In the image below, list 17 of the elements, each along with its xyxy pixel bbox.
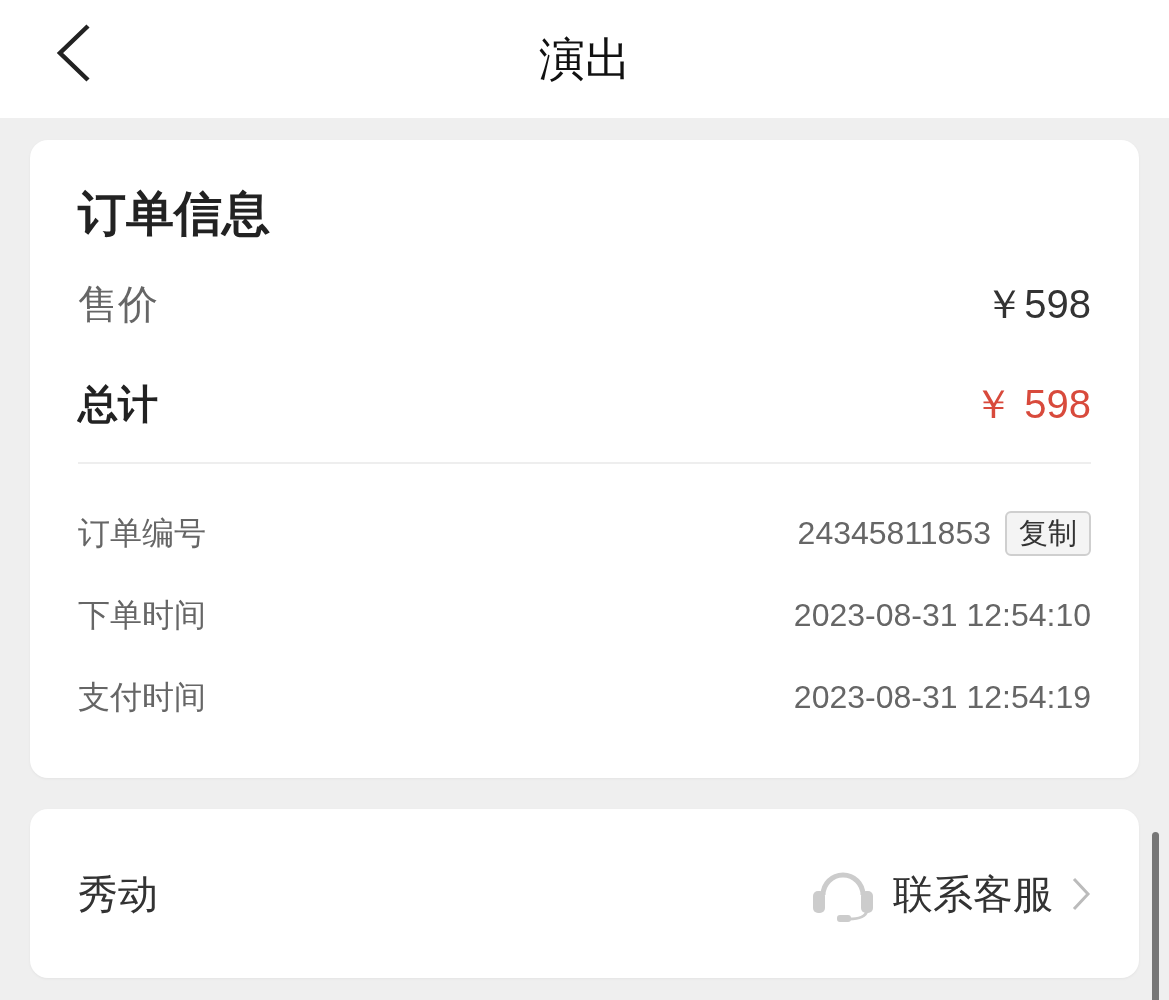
organizer-name: 秀动 bbox=[78, 873, 158, 914]
contact-service-link[interactable]: 联系客服 bbox=[811, 864, 1091, 923]
price-value: ￥598 bbox=[984, 284, 1091, 324]
total-value: ￥ 598 bbox=[973, 384, 1091, 424]
price-label: 售价 bbox=[78, 284, 158, 324]
detail-value: 24345811853 bbox=[797, 517, 991, 549]
section-title: 订单信息 bbox=[78, 190, 271, 238]
total-label: 总计 bbox=[78, 384, 158, 424]
scrollbar[interactable] bbox=[1152, 832, 1159, 1000]
chevron-right-icon bbox=[1071, 875, 1091, 912]
detail-label: 下单时间 bbox=[78, 599, 206, 631]
detail-value: 2023-08-31 12:54:10 bbox=[793, 599, 1091, 631]
detail-value: 2023-08-31 12:54:19 bbox=[793, 681, 1091, 713]
detail-label: 支付时间 bbox=[78, 681, 206, 713]
copy-button[interactable]: 复制 bbox=[1005, 510, 1091, 556]
detail-label: 订单编号 bbox=[78, 517, 206, 549]
page-title: 演出 bbox=[538, 31, 631, 87]
